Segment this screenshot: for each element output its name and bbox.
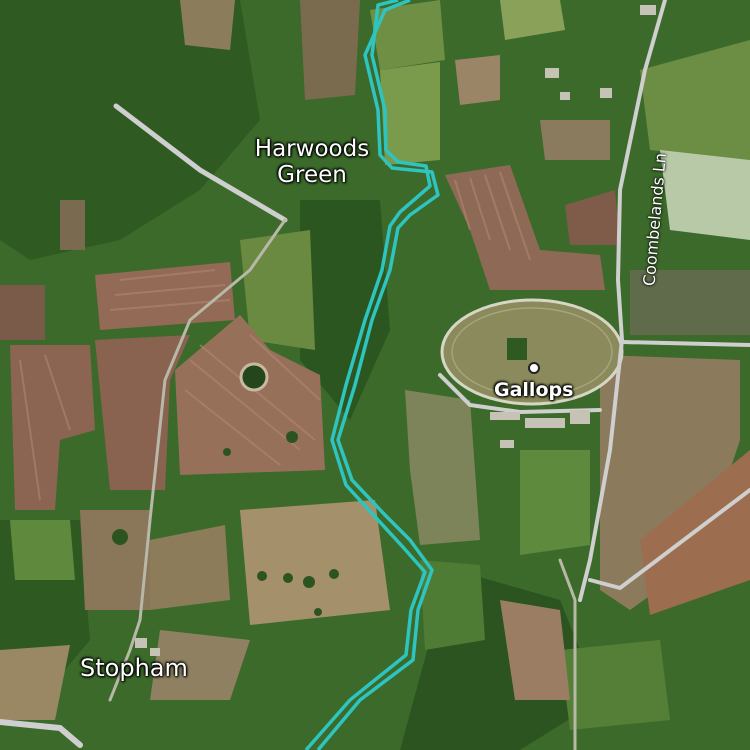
pasture-field: [520, 450, 590, 555]
stubble-field: [240, 500, 390, 625]
tan-field: [80, 510, 150, 610]
place-label-stopham[interactable]: Stopham: [80, 655, 188, 682]
place-label-harwoods-line1: Harwoods: [254, 136, 370, 162]
satellite-map[interactable]: Harwoods Green Gallops Stopham Coombelan…: [0, 0, 750, 750]
pond: [239, 362, 269, 392]
tan-field: [0, 285, 45, 340]
place-label-harwoods-green[interactable]: Harwoods Green: [244, 136, 380, 189]
tan-field: [300, 0, 360, 100]
pasture-field: [380, 62, 440, 165]
pasture-field: [10, 520, 75, 580]
tan-field: [180, 0, 235, 50]
tan-field: [455, 55, 500, 105]
pasture-field: [370, 0, 445, 70]
gallops-marker-icon[interactable]: [528, 362, 540, 374]
tan-field: [60, 200, 85, 250]
tan-field: [150, 525, 230, 610]
map-imagery: [0, 0, 750, 750]
pasture-field-pale: [660, 150, 750, 240]
place-label-harwoods-line2: Green: [277, 161, 347, 188]
place-label-gallops[interactable]: Gallops: [494, 379, 573, 401]
tan-field: [540, 120, 610, 160]
oval-tree-clump: [507, 338, 527, 360]
